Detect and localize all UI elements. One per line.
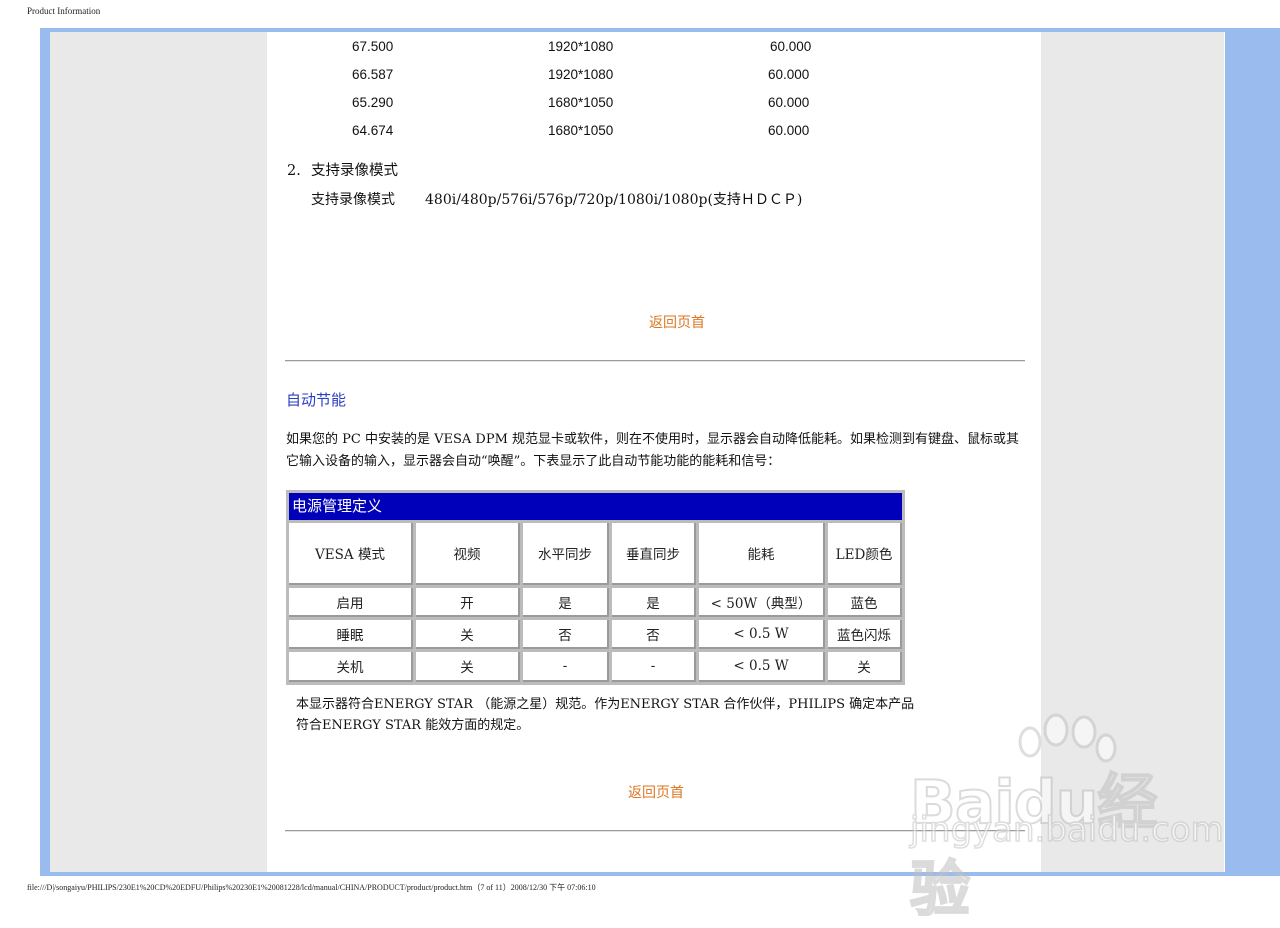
power-management-table: 电源管理定义 VESA 模式 视频 水平同步 垂直同步 能耗 LED颜色 启用 … <box>286 490 905 685</box>
baidu-watermark: Baidu经验 jingyan.baidu.com <box>900 712 1225 926</box>
resolution: 1920*1080 <box>548 39 614 54</box>
table-header-cell: VESA 模式 <box>289 523 413 585</box>
divider <box>285 360 1025 362</box>
table-header-cell: 垂直同步 <box>612 523 696 585</box>
table-cell: 关 <box>416 652 520 682</box>
h-freq: 67.500 <box>352 39 394 54</box>
table-title: 电源管理定义 <box>289 493 902 520</box>
back-to-top-link[interactable]: 返回页首 <box>649 312 705 332</box>
table-cell: 否 <box>612 620 696 649</box>
resolution: 1680*1050 <box>548 95 614 110</box>
timing-row: 67.500 1920*1080 60.000 <box>267 39 1041 59</box>
table-cell: < 0.5 W <box>699 652 825 682</box>
video-mode-line: 支持录像模式 480i/480p/576i/576p/720p/1080i/108… <box>311 189 802 209</box>
timing-row: 65.290 1680*1050 60.000 <box>267 95 1041 115</box>
left-margin-panel <box>50 32 267 872</box>
v-freq: 60.000 <box>768 67 810 82</box>
section-paragraph: 如果您的 PC 中安装的是 VESA DPM 规范显卡或软件，则在不使用时，显示… <box>286 432 1020 469</box>
h-freq: 65.290 <box>352 95 394 110</box>
table-cell: 蓝色闪烁 <box>828 620 902 649</box>
v-freq: 60.000 <box>770 39 812 54</box>
video-mode-label: 支持录像模式 <box>311 192 395 208</box>
table-cell: - <box>523 652 609 682</box>
table-cell: 关 <box>416 620 520 649</box>
table-cell: - <box>612 652 696 682</box>
table-cell: 否 <box>523 620 609 649</box>
energy-star-note: 本显示器符合ENERGY STAR （能源之星）规范。作为ENERGY STAR… <box>296 697 915 733</box>
h-freq: 64.674 <box>352 123 394 138</box>
table-cell: 关机 <box>289 652 413 682</box>
back-to-top-link[interactable]: 返回页首 <box>628 782 684 802</box>
table-header-cell: 能耗 <box>699 523 825 585</box>
print-footer: file:///D|/songaiyu/PHILIPS/230E1%20CD%2… <box>27 883 596 892</box>
v-freq: 60.000 <box>768 123 810 138</box>
table-cell: 开 <box>416 588 520 617</box>
table-cell: 蓝色 <box>828 588 902 617</box>
resolution: 1680*1050 <box>548 123 614 138</box>
h-freq: 66.587 <box>352 67 394 82</box>
table-cell: < 50W（典型） <box>699 588 825 617</box>
table-cell: < 0.5 W <box>699 620 825 649</box>
right-rule <box>1224 32 1225 872</box>
section-title: 自动节能 <box>286 391 347 409</box>
resolution: 1920*1080 <box>548 67 614 82</box>
list-number: 2. <box>287 163 301 179</box>
table-cell: 是 <box>612 588 696 617</box>
watermark-url: jingyan.baidu.com <box>909 809 1224 851</box>
table-cell: 睡眠 <box>289 620 413 649</box>
video-mode-value: 480i/480p/576i/576p/720p/1080i/1080p(支持Ｈ… <box>425 192 803 208</box>
video-mode-title: 支持录像模式 <box>311 163 398 179</box>
timing-row: 64.674 1680*1050 60.000 <box>267 123 1041 143</box>
table-cell: 启用 <box>289 588 413 617</box>
table-cell: 关 <box>828 652 902 682</box>
timing-row: 66.587 1920*1080 60.000 <box>267 67 1041 87</box>
table-header-cell: LED颜色 <box>828 523 902 585</box>
v-freq: 60.000 <box>768 95 810 110</box>
print-header: Product Information <box>27 6 101 16</box>
table-cell: 是 <box>523 588 609 617</box>
table-header-cell: 水平同步 <box>523 523 609 585</box>
video-mode-heading: 2. 支持录像模式 <box>287 159 398 180</box>
table-header-cell: 视频 <box>416 523 520 585</box>
